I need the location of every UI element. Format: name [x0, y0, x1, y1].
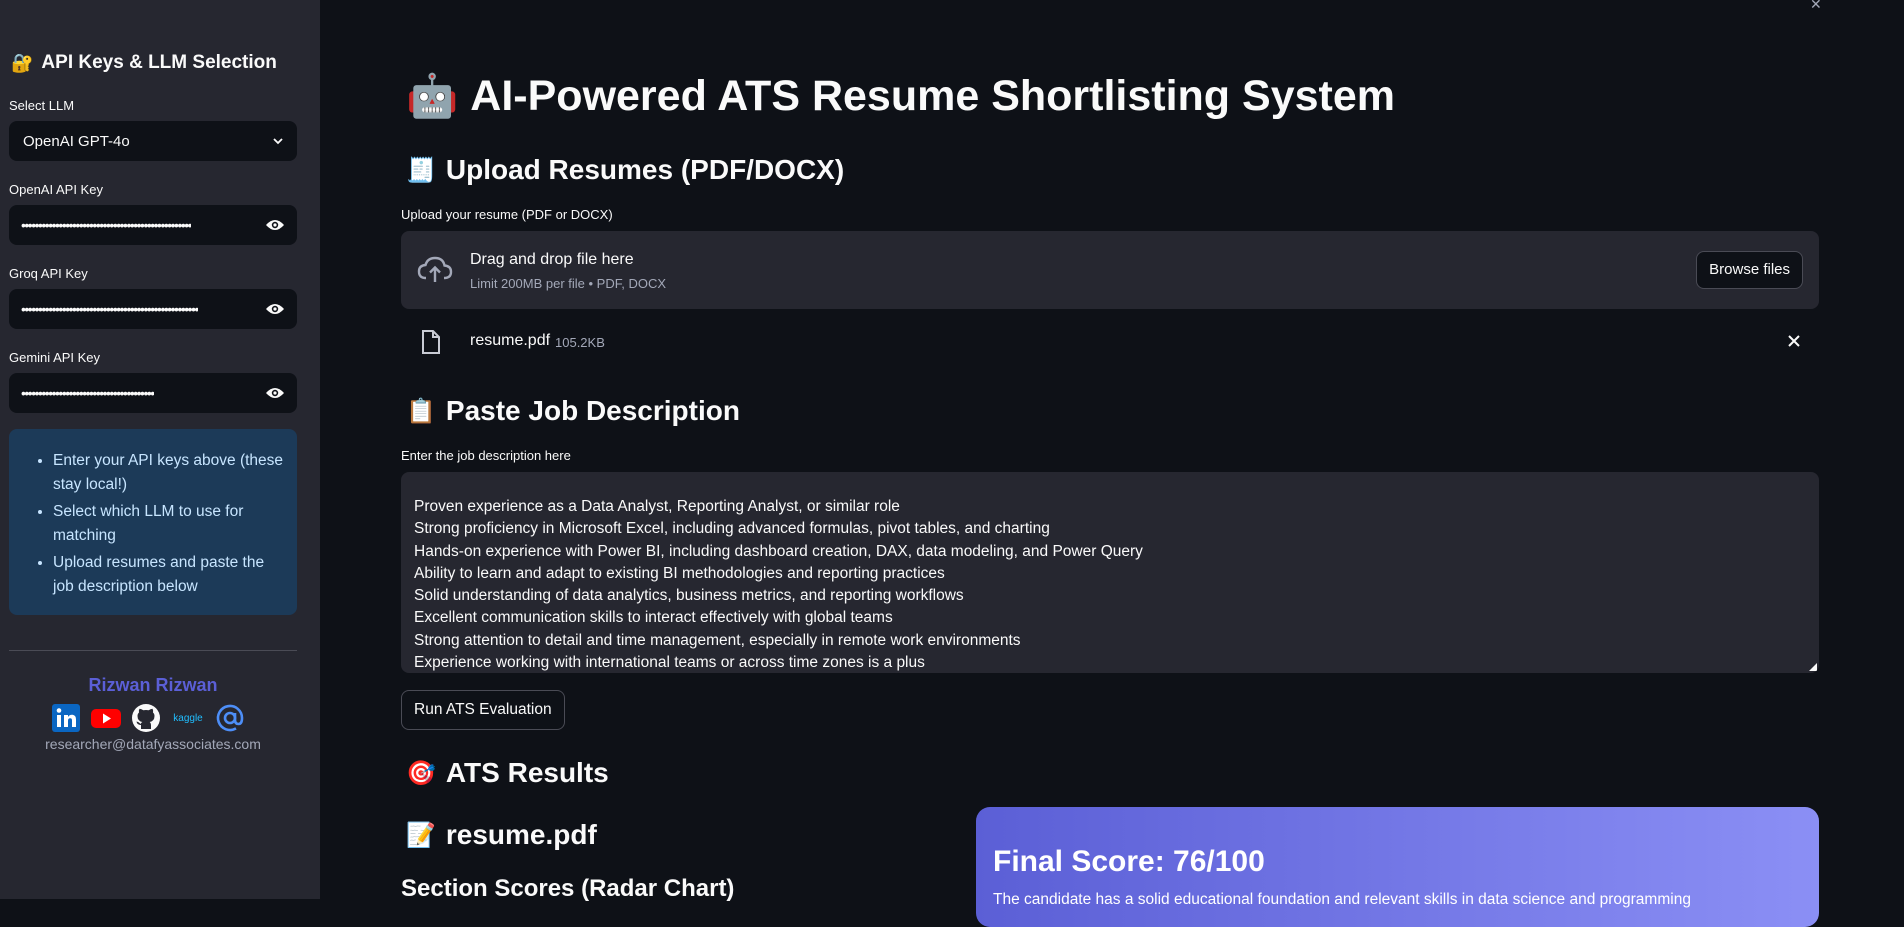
info-box: Enter your API keys above (these stay lo… — [9, 429, 297, 615]
gemini-key-value: ••••••••••••••••••••••••••••••••••••••• — [21, 385, 154, 401]
final-score: Final Score: 76/100 — [993, 845, 1265, 878]
job-description-label: Enter the job description here — [401, 448, 571, 463]
robot-icon: 🤖 — [406, 72, 459, 119]
upload-label: Upload your resume (PDF or DOCX) — [401, 207, 613, 222]
author-name: Rizwan Rizwan — [88, 675, 218, 695]
final-score-description: The candidate has a solid educational fo… — [993, 891, 1691, 908]
remove-file-icon[interactable] — [1787, 334, 1801, 348]
file-dropzone[interactable]: Drag and drop file here Limit 200MB per … — [401, 231, 1819, 309]
textarea-line: Hands-on experience with Power BI, inclu… — [414, 542, 1143, 560]
youtube-icon[interactable] — [91, 703, 121, 733]
linkedin-icon[interactable] — [51, 703, 81, 733]
select-llm-label: Select LLM — [9, 98, 75, 113]
page-title-text: AI-Powered ATS Resume Shortlisting Syste… — [470, 72, 1395, 120]
openai-key-label: OpenAI API Key — [9, 182, 103, 197]
uploaded-file-size: 105.2KB — [555, 335, 605, 350]
page-title: 🤖 AI-Powered ATS Resume Shortlisting Sys… — [406, 72, 1395, 121]
info-item: Upload resumes and paste the job descrip… — [53, 551, 285, 599]
browse-files-button[interactable]: Browse files — [1696, 251, 1803, 289]
textarea-line: Proven experience as a Data Analyst, Rep… — [414, 498, 900, 515]
file-icon — [422, 330, 440, 354]
upload-heading: 🧾 Upload Resumes (PDF/DOCX) — [406, 154, 844, 186]
job-description-heading-text: Paste Job Description — [445, 395, 740, 426]
sidebar-title-text: API Keys & LLM Selection — [41, 52, 277, 73]
info-item: Select which LLM to use for matching — [53, 500, 285, 548]
eye-icon[interactable] — [265, 218, 285, 232]
job-description-heading: 📋 Paste Job Description — [406, 395, 740, 427]
textarea-line: Excellent communication skills to intera… — [414, 609, 893, 627]
sidebar-title: 🔐 API Keys & LLM Selection — [11, 52, 277, 74]
at-sign-icon[interactable] — [215, 703, 245, 733]
textarea-line: Strong attention to detail and time mana… — [414, 631, 1021, 649]
textarea-line: Experience working with international te… — [414, 654, 925, 672]
social-links: kaggle — [51, 703, 245, 733]
llm-select-value: OpenAI GPT-4o — [23, 132, 130, 150]
ats-results-heading: 🎯 ATS Results — [406, 757, 609, 789]
sidebar: 🔐 API Keys & LLM Selection Select LLM Op… — [0, 0, 320, 899]
job-description-textarea[interactable]: Proven experience as a Data Analyst, Rep… — [401, 472, 1819, 673]
info-item: Enter your API keys above (these stay lo… — [53, 449, 285, 497]
groq-key-input[interactable]: ••••••••••••••••••••••••••••••••••••••••… — [9, 289, 297, 329]
github-icon[interactable] — [131, 703, 161, 733]
openai-key-input[interactable]: ••••••••••••••••••••••••••••••••••••••••… — [9, 205, 297, 245]
resume-heading-final: 📝 resume.pdf — [406, 819, 597, 851]
eye-icon[interactable] — [265, 302, 285, 316]
groq-key-label: Groq API Key — [9, 266, 88, 281]
main-content: ✕ 🤖 AI-Powered ATS Resume Shortlisting S… — [320, 0, 1904, 927]
textarea-line: Strong proficiency in Microsoft Excel, i… — [414, 520, 1050, 538]
clipboard-icon: 📋 — [406, 397, 436, 425]
email-link[interactable]: researcher@datafyassociates.com — [0, 736, 306, 752]
gemini-key-input[interactable]: ••••••••••••••••••••••••••••••••••••••• — [9, 373, 297, 413]
final-score-card: Final Score: 76/100 The candidate has a … — [976, 807, 1819, 927]
textarea-line: Solid understanding of data analytics, b… — [414, 587, 964, 605]
receipt-icon: 🧾 — [406, 156, 436, 184]
ats-results-heading-text: ATS Results — [445, 757, 609, 788]
resize-handle-icon[interactable] — [1809, 663, 1817, 671]
textarea-line: Ability to learn and adapt to existing B… — [414, 564, 945, 582]
uploaded-file-name: resume.pdf — [470, 332, 551, 349]
memo-icon: 📝 — [406, 821, 436, 849]
lock-key-icon: 🔐 — [11, 52, 34, 73]
dropzone-subtitle: Limit 200MB per file • PDF, DOCX — [470, 276, 666, 291]
resume-heading-text: resume.pdf — [445, 819, 597, 850]
dropzone-title: Drag and drop file here — [470, 251, 634, 268]
gemini-key-label: Gemini API Key — [9, 350, 101, 365]
chevron-down-icon — [273, 138, 283, 145]
target-icon: 🎯 — [406, 759, 436, 787]
close-icon[interactable]: ✕ — [1810, 0, 1822, 13]
eye-icon[interactable] — [265, 386, 285, 400]
run-ats-evaluation-button[interactable]: Run ATS Evaluation — [401, 690, 565, 730]
upload-heading-text: Upload Resumes (PDF/DOCX) — [445, 154, 845, 185]
openai-key-value: ••••••••••••••••••••••••••••••••••••••••… — [21, 217, 192, 233]
groq-key-value: ••••••••••••••••••••••••••••••••••••••••… — [21, 301, 198, 317]
sidebar-divider — [9, 650, 297, 651]
cloud-upload-icon — [417, 256, 453, 282]
kaggle-link[interactable]: kaggle — [171, 713, 205, 724]
uploaded-file-row: resume.pdf 105.2KB — [401, 326, 1819, 358]
llm-select[interactable]: OpenAI GPT-4o — [9, 121, 297, 161]
